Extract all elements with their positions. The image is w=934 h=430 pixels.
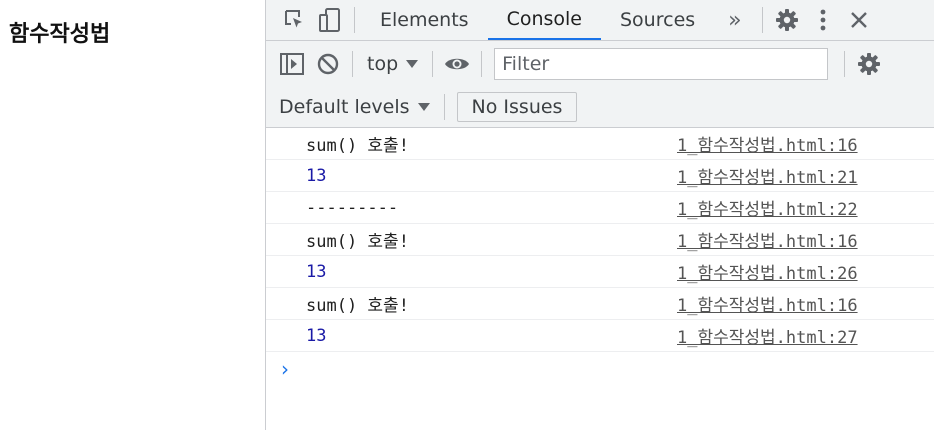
console-message-row: 13 1_함수작성법.html:27 (266, 320, 934, 352)
log-levels-label: Default levels (279, 96, 410, 118)
toolbar-divider (761, 7, 763, 33)
console-settings-gear-icon[interactable] (851, 46, 887, 82)
levels-toolbar: Default levels No Issues (266, 87, 934, 128)
source-link[interactable]: 1_함수작성법.html:22 (677, 195, 858, 220)
clear-console-icon[interactable] (310, 46, 346, 82)
console-message-text: sum() 호출! (306, 296, 409, 316)
console-message-text: 13 (306, 261, 327, 282)
toolbar-divider (432, 51, 434, 77)
tab-console[interactable]: Console (487, 0, 601, 40)
console-message-row: 13 1_함수작성법.html:26 (266, 256, 934, 288)
live-expression-eye-icon[interactable] (439, 46, 475, 82)
source-link[interactable]: 1_함수작성법.html:21 (677, 163, 858, 188)
settings-gear-icon[interactable] (769, 2, 805, 38)
console-message-row: sum() 호출! 1_함수작성법.html:16 (266, 224, 934, 256)
context-select[interactable]: top (359, 53, 426, 75)
console-message-row: sum() 호출! 1_함수작성법.html:16 (266, 128, 934, 160)
source-link[interactable]: 1_함수작성법.html:16 (677, 131, 858, 156)
dropdown-arrow-icon (417, 103, 430, 111)
page-heading: 함수작성법 (9, 22, 111, 47)
dropdown-arrow-icon (406, 60, 419, 68)
source-link[interactable]: 1_함수작성법.html:16 (677, 227, 858, 252)
console-message-text: 13 (306, 165, 327, 186)
console-message-text: 13 (306, 325, 327, 346)
console-message-row: 13 1_함수작성법.html:21 (266, 160, 934, 192)
toolbar-divider (844, 51, 846, 77)
toolbar-divider (354, 7, 355, 33)
prompt-chevron-icon: › (281, 357, 289, 381)
source-link[interactable]: 1_함수작성법.html:26 (677, 259, 858, 284)
toolbar-divider (443, 94, 445, 120)
source-link[interactable]: 1_함수작성법.html:27 (677, 323, 858, 348)
console-message-row: --------- 1_함수작성법.html:22 (266, 192, 934, 224)
devtools-tabbar: Elements Console Sources » (266, 0, 934, 41)
source-link[interactable]: 1_함수작성법.html:16 (677, 291, 858, 316)
device-toolbar-icon[interactable] (312, 2, 348, 38)
close-icon[interactable] (841, 2, 877, 38)
console-messages: sum() 호출! 1_함수작성법.html:16 13 1_함수작성법.htm… (266, 128, 934, 386)
sidebar-toggle-icon[interactable] (274, 46, 310, 82)
issues-button[interactable]: No Issues (456, 92, 578, 122)
console-toolbar: top Filter (266, 41, 934, 87)
log-levels-dropdown[interactable]: Default levels (279, 96, 430, 118)
toolbar-divider (481, 51, 483, 77)
devtools-panel: Elements Console Sources » top Filter De… (265, 0, 934, 430)
toolbar-divider (352, 51, 353, 77)
console-message-row: sum() 호출! 1_함수작성법.html:16 (266, 288, 934, 320)
tab-elements[interactable]: Elements (361, 0, 488, 40)
more-tabs-button[interactable]: » (714, 8, 755, 33)
console-prompt[interactable]: › (266, 352, 934, 386)
context-select-value: top (367, 53, 399, 75)
inspect-element-icon[interactable] (276, 2, 312, 38)
more-options-kebab-icon[interactable] (805, 2, 841, 38)
console-message-text: sum() 호출! (306, 136, 409, 156)
filter-input[interactable]: Filter (494, 48, 829, 80)
console-message-text: --------- (306, 197, 399, 218)
tab-sources[interactable]: Sources (601, 0, 714, 40)
console-message-text: sum() 호출! (306, 232, 409, 252)
